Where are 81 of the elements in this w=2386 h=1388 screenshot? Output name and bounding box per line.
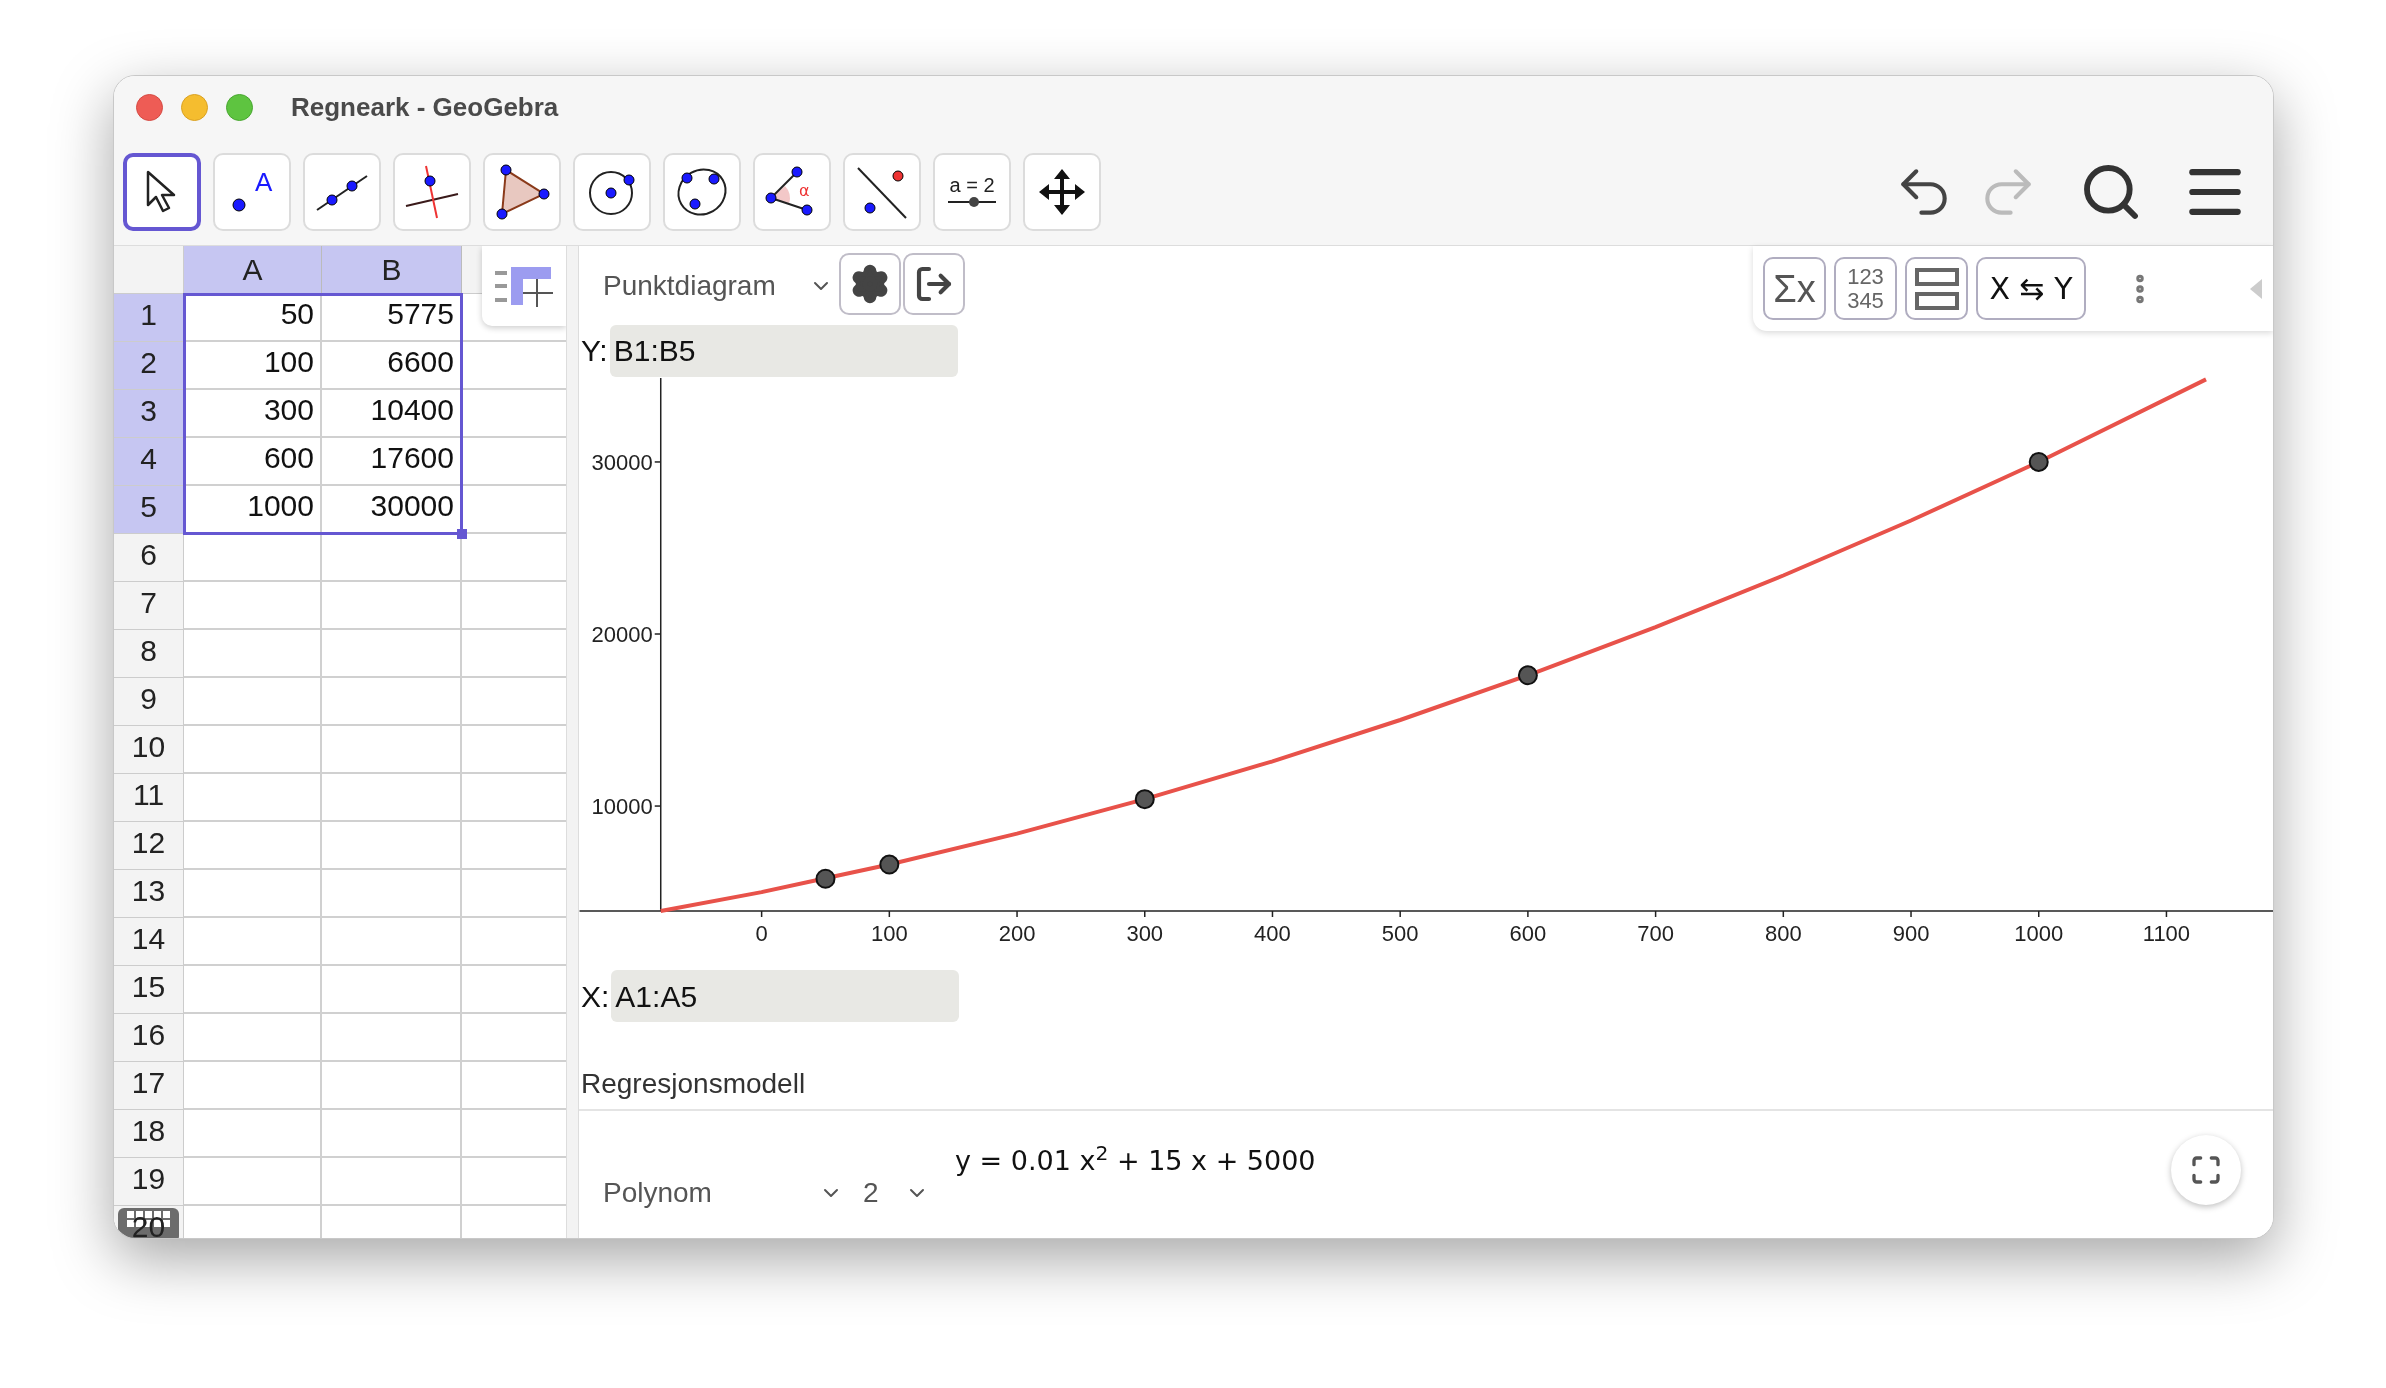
row-header[interactable]: 13 [114, 870, 184, 918]
tick-label: 600 [1509, 921, 1547, 946]
tick-label: 100 [871, 921, 908, 946]
window-title: Regneark - GeoGebra [291, 91, 559, 124]
tool-button[interactable]: a = 2 [933, 153, 1011, 231]
tick-label: 0 [755, 921, 768, 946]
table-cell: 5775 [322, 294, 462, 342]
fullscreen-icon [2190, 1154, 2222, 1186]
tick-label: 300 [1126, 921, 1164, 946]
table-cell: 100 [184, 342, 322, 390]
field-label: X: [581, 978, 610, 1015]
table-cell: 300 [184, 390, 322, 438]
degree-dropdown[interactable]: 2 [863, 1171, 929, 1215]
row-header[interactable]: 1 [114, 294, 184, 342]
tick-label: 500 [1381, 921, 1419, 946]
row-header[interactable]: 12 [114, 822, 184, 870]
tick-label: 1100 [2142, 921, 2191, 946]
row-header[interactable]: 16 [114, 1014, 184, 1062]
row-header[interactable]: 19 [114, 1158, 184, 1206]
tick-label: 20000 [591, 622, 653, 647]
row-header[interactable]: 15 [114, 966, 184, 1014]
y-range-field[interactable]: B1:B5 [609, 324, 958, 377]
data-point [1517, 665, 1538, 686]
tool-button[interactable] [123, 153, 201, 231]
tick-label: 800 [1764, 921, 1802, 946]
data-point [815, 868, 836, 889]
tick-label: 10000 [591, 794, 653, 820]
export-button[interactable] [903, 253, 965, 315]
x-range-field[interactable]: A1:A5 [611, 970, 960, 1022]
maximize-icon[interactable] [226, 94, 253, 121]
spreadsheet-options-button[interactable] [482, 246, 566, 326]
row-header[interactable]: 4 [114, 438, 184, 486]
tool-button[interactable]: α [753, 153, 831, 231]
table-cell: 50 [184, 294, 322, 342]
layout-button[interactable] [1905, 257, 1968, 320]
table-cell: 6600 [322, 342, 462, 390]
statistics-button[interactable]: 123 345 [1834, 257, 1897, 320]
row-header[interactable]: 17 [114, 1062, 184, 1110]
tool-button[interactable]: A [213, 153, 291, 231]
close-icon[interactable] [136, 94, 163, 121]
sum-button[interactable]: Σx [1763, 257, 1826, 320]
settings-icon [850, 264, 890, 304]
row-header[interactable]: 8 [114, 630, 184, 678]
triangle-icon [494, 164, 550, 220]
table-cell: 600 [184, 438, 322, 486]
row-header[interactable]: 2 [114, 342, 184, 390]
data-point [879, 854, 900, 875]
model-dropdown[interactable]: Polynom [603, 1171, 843, 1215]
section-title: Regresjonsmodell [581, 1067, 806, 1101]
tick-label: 200 [998, 921, 1036, 946]
tick-label: 700 [1637, 921, 1674, 946]
tick-label: 1000 [2014, 921, 2064, 946]
column-header[interactable]: B [322, 246, 462, 294]
move-arrows-icon [1037, 167, 1087, 217]
column-header[interactable]: A [184, 246, 322, 294]
row-header[interactable]: 5 [114, 486, 184, 534]
row-header[interactable]: 18 [114, 1110, 184, 1158]
export-icon [914, 264, 954, 304]
tick-label: 900 [1892, 921, 1930, 946]
table-options-icon [493, 265, 555, 307]
row-header[interactable]: 11 [114, 774, 184, 822]
row-header[interactable]: 9 [114, 678, 184, 726]
table-cell: 17600 [322, 438, 462, 486]
row-header[interactable]: 7 [114, 582, 184, 630]
row-header[interactable]: 6 [114, 534, 184, 582]
row-header[interactable]: 3 [114, 390, 184, 438]
data-point [2028, 451, 2049, 472]
field-label: Y: [581, 333, 608, 369]
perpendicular-lines-icon [404, 164, 460, 220]
settings-button[interactable] [839, 253, 901, 315]
fullscreen-button[interactable] [2171, 1135, 2241, 1205]
chart-type-dropdown[interactable]: Punktdiagram [603, 258, 833, 314]
row-header[interactable]: 14 [114, 918, 184, 966]
tick-label: 30000 [591, 449, 653, 475]
row-header[interactable]: 10 [114, 726, 184, 774]
data-point [1134, 789, 1155, 810]
tick-label: 400 [1254, 921, 1291, 946]
swap-axes-button[interactable]: X ⇆ Y [1976, 257, 2086, 320]
regression-equation: y = 0.01 x$^{2}$ + 15 x + 5000 [955, 1141, 1316, 1178]
table-cell: 10400 [322, 390, 462, 438]
table-cell: 1000 [184, 486, 322, 534]
